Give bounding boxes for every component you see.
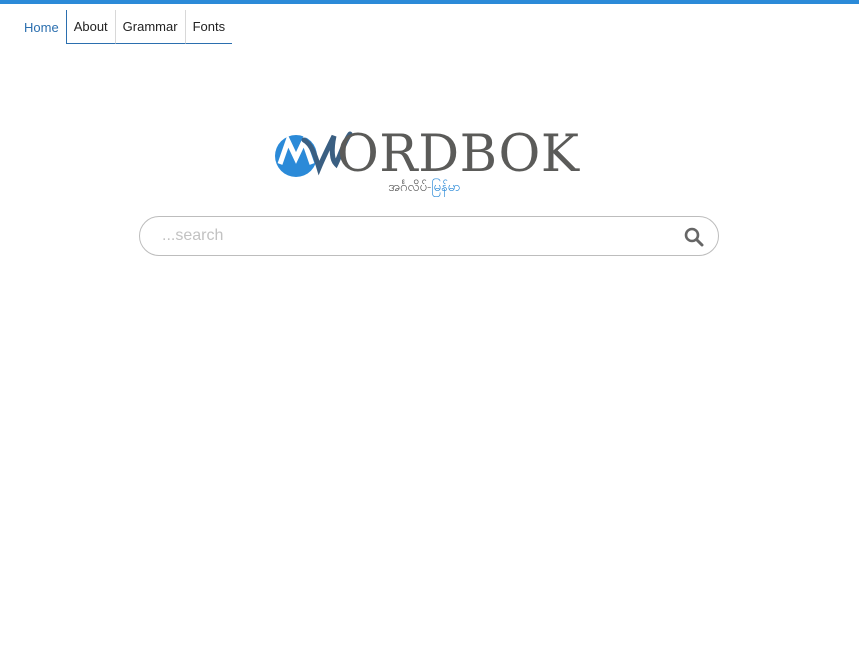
search-icon[interactable] xyxy=(684,227,704,247)
site-logo[interactable]: ORDBOK အင်္ဂလိပ်-မြန်မာ xyxy=(274,128,586,203)
nav-grammar[interactable]: Grammar xyxy=(114,10,185,44)
top-accent-bar xyxy=(0,0,859,4)
nav-about[interactable]: About xyxy=(66,10,115,44)
nav-home[interactable]: Home xyxy=(17,10,67,44)
logo-subtitle-from: အင်္ဂလိပ် xyxy=(388,179,427,194)
logo-wordmark: ORDBOK xyxy=(337,125,580,184)
nav-fonts[interactable]: Fonts xyxy=(184,10,233,44)
logo-subtitle-to: မြန်မာ xyxy=(431,179,461,194)
search-input[interactable] xyxy=(162,217,662,255)
search-box xyxy=(139,216,719,256)
main-nav: Home About Grammar Fonts xyxy=(17,10,233,44)
logo-subtitle: အင်္ဂလိပ်-မြန်မာ xyxy=(388,180,460,193)
